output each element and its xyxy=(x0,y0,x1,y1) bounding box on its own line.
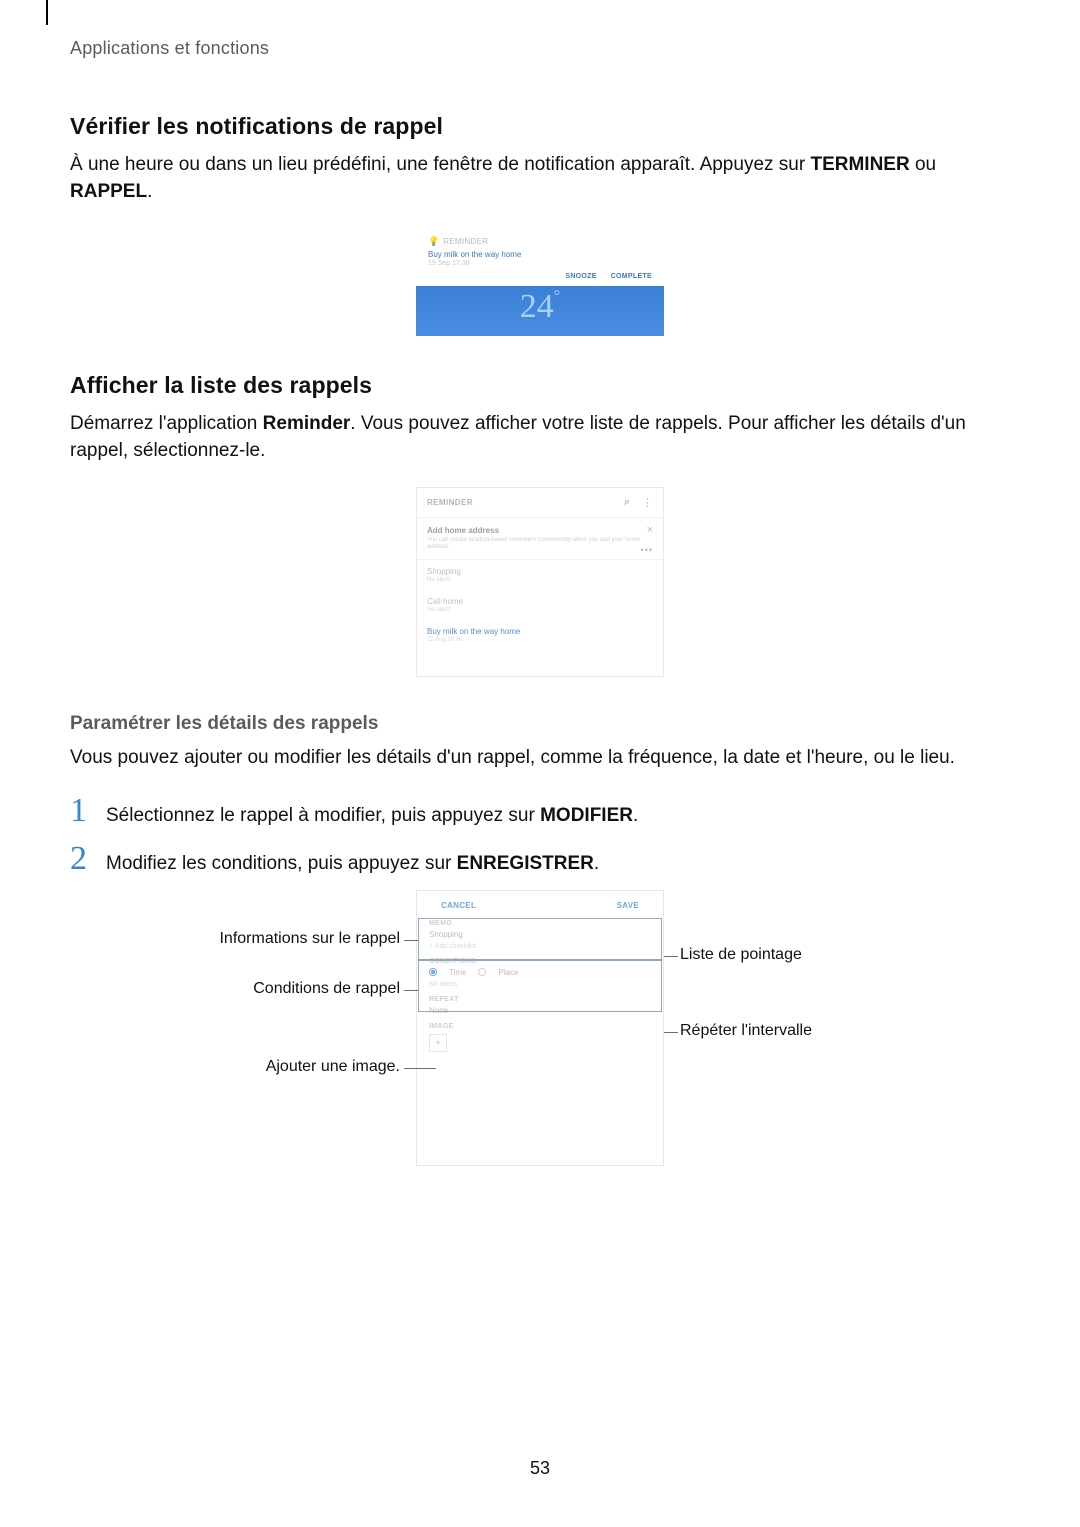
list-item-title: Buy milk on the way home xyxy=(427,627,653,636)
reminder-list-title: REMINDER xyxy=(427,498,473,507)
complete-button[interactable]: COMPLETE xyxy=(611,273,652,280)
temp-degree: ° xyxy=(554,288,560,305)
section-image: IMAGE + xyxy=(417,1021,663,1058)
text: Démarrez l'application xyxy=(70,413,263,434)
page-number: 53 xyxy=(0,1458,1080,1479)
notification-time: 19 Sep 17:30 xyxy=(428,260,652,267)
step-number: 2 xyxy=(70,842,106,876)
highlight-conditions-region xyxy=(418,960,662,1012)
callout-line xyxy=(664,956,678,957)
list-item-sub: 22 Aug 20:00 xyxy=(427,637,653,643)
list-item-sub: No alerts xyxy=(427,577,653,583)
band-title: Add home address xyxy=(427,526,653,535)
body-verify-notifications: À une heure ou dans un lieu prédéfini, u… xyxy=(70,152,1010,206)
search-icon[interactable]: ⌕ xyxy=(624,496,630,509)
list-item[interactable]: Call home No alerts xyxy=(417,590,663,620)
mockup-reminder-list: REMINDER ⌕ ⋮ Add home address You can cr… xyxy=(416,487,664,677)
ellipsis-icon[interactable]: ••• xyxy=(641,545,653,555)
text: . xyxy=(594,853,599,874)
notification-card: 💡 REMINDER Buy milk on the way home 19 S… xyxy=(416,228,664,286)
callout-line xyxy=(664,1032,678,1033)
heading-show-reminder-list: Afficher la liste des rappels xyxy=(70,372,1010,399)
more-icon[interactable]: ⋮ xyxy=(642,496,653,509)
text: ou xyxy=(910,154,936,175)
step-2: 2 Modifiez les conditions, puis appuyez … xyxy=(70,842,1010,878)
page-tab-mark xyxy=(46,0,48,25)
weather-temperature: 24° xyxy=(416,286,664,332)
mockup-edit-reminder-area: CANCEL SAVE MEMO Shopping + Add checklis… xyxy=(70,890,1010,1180)
callout-right-repeat: Répéter l'intervalle xyxy=(680,1022,812,1040)
callout-left-image: Ajouter une image. xyxy=(266,1058,400,1076)
callout-left-conditions: Conditions de rappel xyxy=(253,980,400,998)
bold-enregistrer: ENREGISTRER xyxy=(457,853,594,874)
bold-reminder-app: Reminder xyxy=(263,413,351,434)
heading-verify-notifications: Vérifier les notifications de rappel xyxy=(70,113,1010,140)
snooze-button[interactable]: SNOOZE xyxy=(565,273,596,280)
highlight-memo-region xyxy=(418,918,662,960)
body-show-reminder-list: Démarrez l'application Reminder. Vous po… xyxy=(70,411,1010,465)
text: À une heure ou dans un lieu prédéfini, u… xyxy=(70,154,810,175)
bold-modifier: MODIFIER xyxy=(540,805,633,826)
text: . xyxy=(633,805,638,826)
reminder-suggestion-band[interactable]: Add home address You can create location… xyxy=(417,518,663,560)
list-item[interactable]: Buy milk on the way home 22 Aug 20:00 xyxy=(417,620,663,650)
text: . xyxy=(147,181,152,202)
bulb-icon: 💡 xyxy=(428,236,439,247)
label-image: IMAGE xyxy=(429,1023,651,1030)
save-button[interactable]: SAVE xyxy=(617,901,639,910)
cancel-button[interactable]: CANCEL xyxy=(441,901,476,910)
text: Modifiez les conditions, puis appuyez su… xyxy=(106,853,457,874)
notification-app-name: REMINDER xyxy=(443,237,488,246)
list-item-sub: No alerts xyxy=(427,607,653,613)
callout-left-memo: Informations sur le rappel xyxy=(219,930,400,948)
bold-rappel: RAPPEL xyxy=(70,181,147,202)
notification-title: Buy milk on the way home xyxy=(428,250,652,259)
subheading-configure-details: Paramétrer les détails des rappels xyxy=(70,713,1010,735)
step-number: 1 xyxy=(70,794,106,828)
bold-terminer: TERMINER xyxy=(810,154,909,175)
list-item-title: Shopping xyxy=(427,567,653,576)
list-item-title: Call home xyxy=(427,597,653,606)
callout-right-checklist: Liste de pointage xyxy=(680,946,802,964)
callout-line xyxy=(404,940,418,941)
breadcrumb: Applications et fonctions xyxy=(70,38,1010,59)
text: Sélectionnez le rappel à modifier, puis … xyxy=(106,805,540,826)
body-configure-details: Vous pouvez ajouter ou modifier les déta… xyxy=(70,745,1010,772)
callout-line xyxy=(404,1068,436,1069)
temp-value: 24 xyxy=(520,288,554,325)
mockup-notification-widget: 💡 REMINDER Buy milk on the way home 19 S… xyxy=(416,228,664,336)
step-1: 1 Sélectionnez le rappel à modifier, pui… xyxy=(70,794,1010,830)
close-icon[interactable]: × xyxy=(647,524,653,536)
add-image-button[interactable]: + xyxy=(429,1034,447,1052)
band-subtitle: You can create location-based reminders … xyxy=(427,537,653,551)
callout-line xyxy=(404,990,418,991)
list-item[interactable]: Shopping No alerts xyxy=(417,560,663,590)
